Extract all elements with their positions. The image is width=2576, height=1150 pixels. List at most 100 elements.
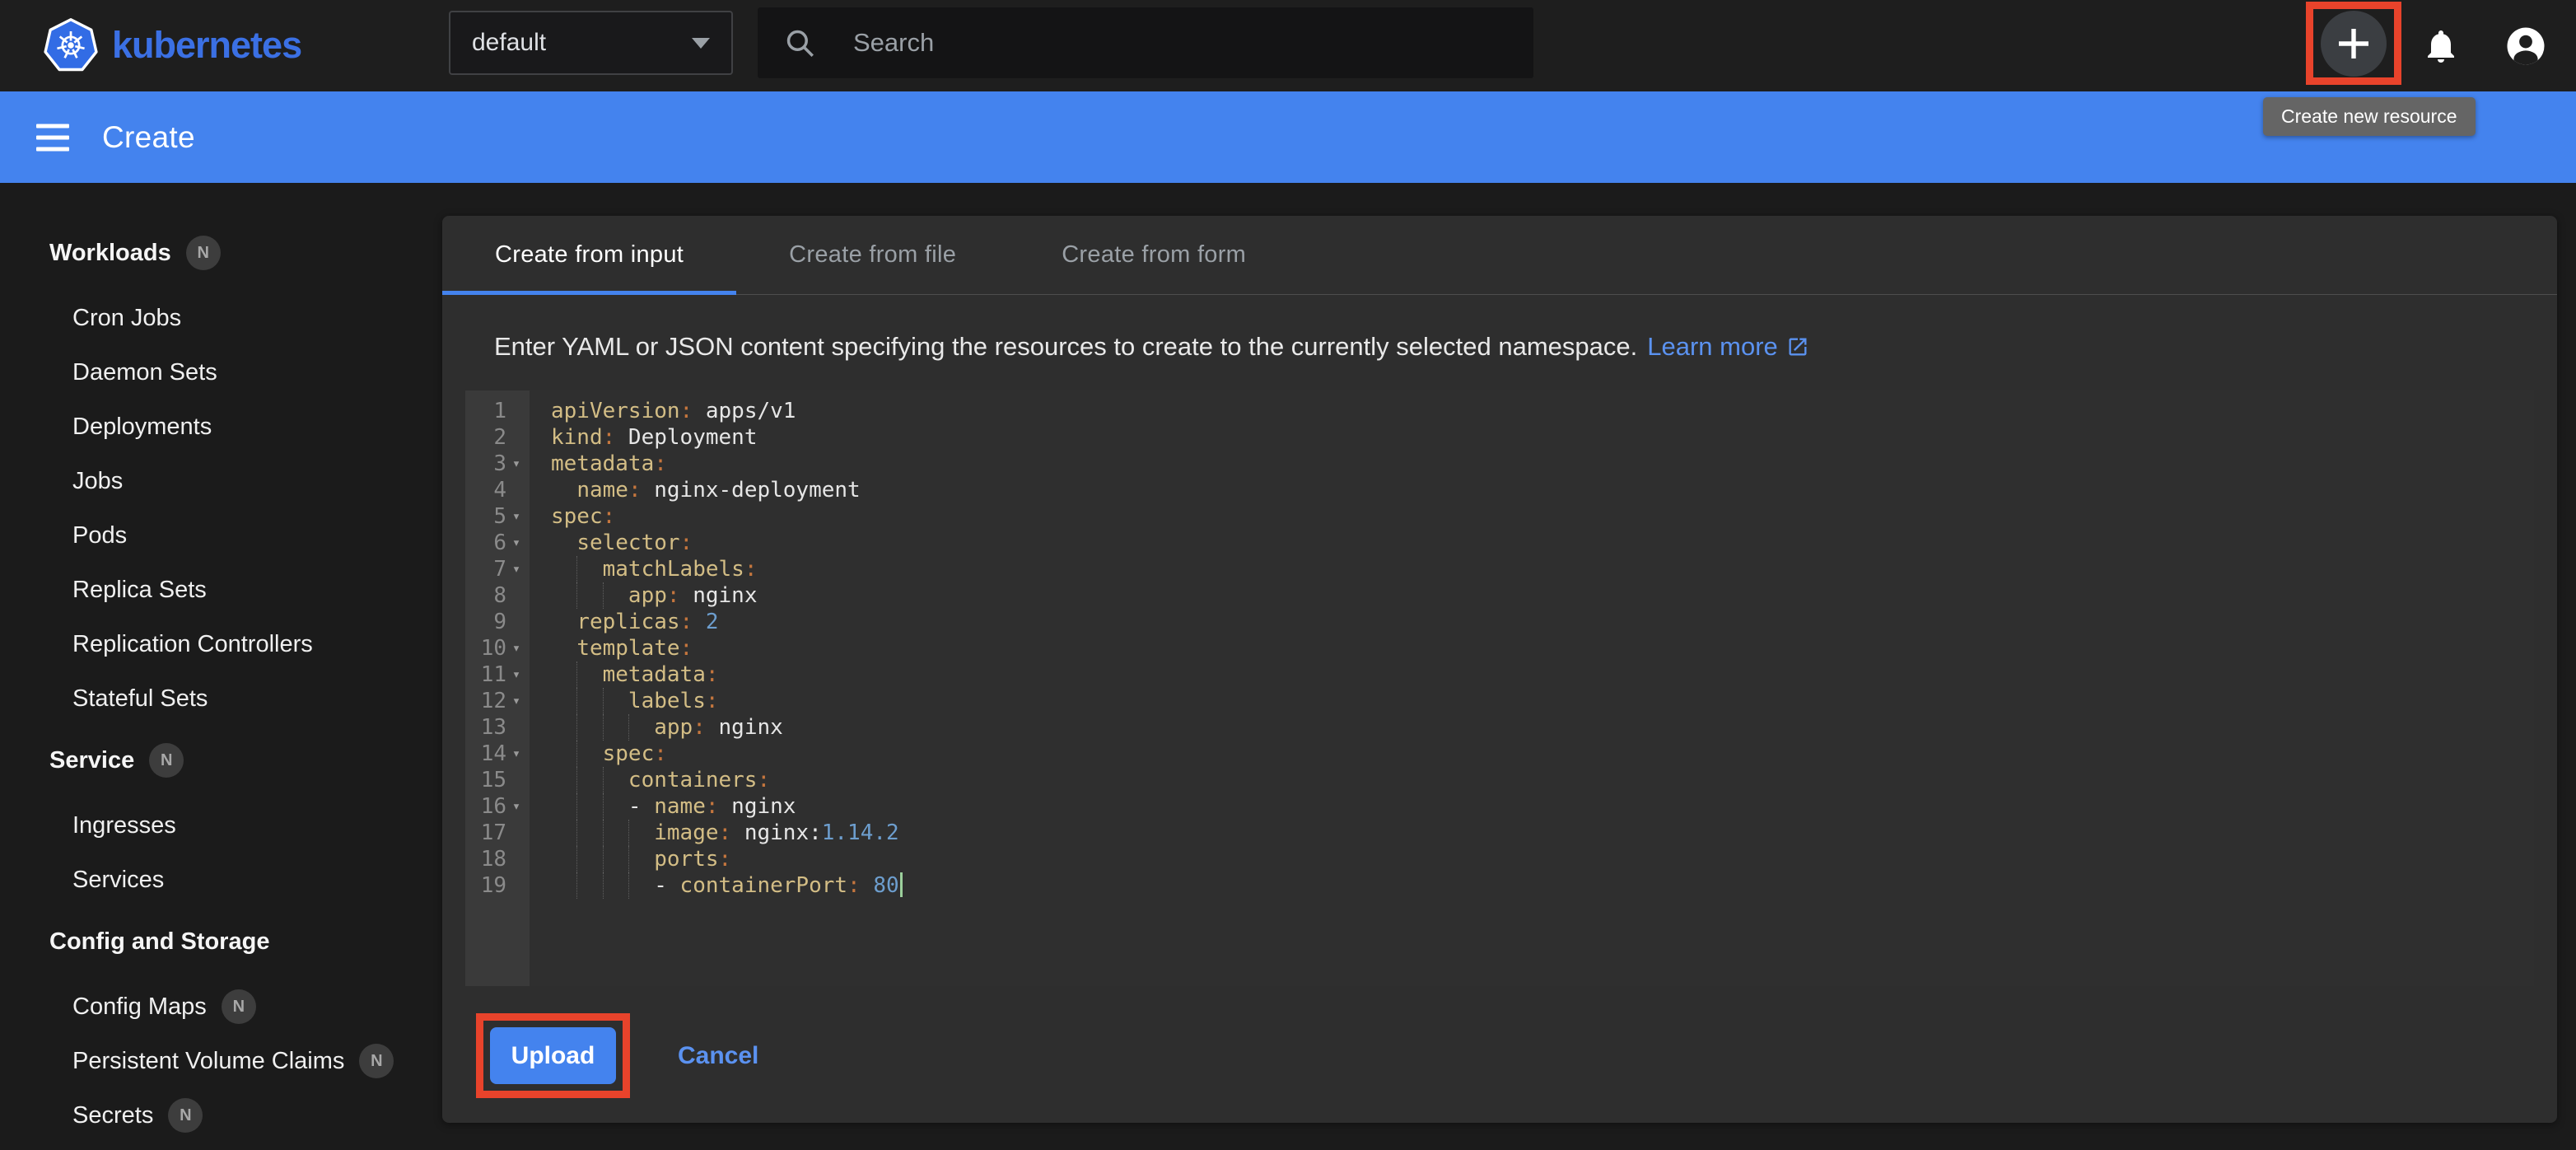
line-number: 17 (465, 820, 530, 846)
new-badge: N (359, 1044, 394, 1078)
tab-create-from-file[interactable]: Create from file (736, 216, 1009, 294)
action-bar: Create (0, 91, 2576, 183)
sidebar-item-label: Jobs (72, 468, 123, 495)
new-badge: N (168, 1098, 203, 1133)
code-line-16: - name: nginx (551, 793, 2534, 820)
line-number: 12▾ (465, 688, 530, 714)
code-line-15: containers: (551, 767, 2534, 793)
line-number: 11▾ (465, 661, 530, 688)
annotation-highlight-add (2306, 2, 2401, 85)
line-number: 10▾ (465, 635, 530, 661)
fold-arrow-icon: ▾ (506, 661, 526, 688)
sidebar-item-replication-controllers[interactable]: Replication Controllers (0, 617, 442, 671)
line-number: 3▾ (465, 451, 530, 477)
new-badge: N (222, 989, 256, 1024)
cancel-button[interactable]: Cancel (673, 1041, 763, 1071)
new-badge: N (149, 743, 184, 778)
code-line-4: name: nginx-deployment (551, 477, 2534, 503)
yaml-editor[interactable]: 123▾45▾6▾7▾8910▾11▾12▾1314▾1516▾171819 a… (465, 390, 2534, 986)
sidebar-item-config-maps[interactable]: Config MapsN (0, 979, 442, 1034)
sidebar-item-label: Stateful Sets (72, 685, 208, 713)
line-number: 6▾ (465, 530, 530, 556)
sidebar-item-daemon-sets[interactable]: Daemon Sets (0, 345, 442, 400)
fold-arrow-icon: ▾ (506, 635, 526, 661)
sidebar-group-label: Service (49, 747, 134, 774)
sidebar-item-stateful-sets[interactable]: Stateful Sets (0, 671, 442, 726)
sidebar-item-ingresses[interactable]: Ingresses (0, 798, 442, 853)
sidebar-item-jobs[interactable]: Jobs (0, 454, 442, 508)
namespace-select-value: default (472, 29, 546, 57)
code-line-3: metadata: (551, 451, 2534, 477)
top-bar: kubernetes default (0, 0, 2576, 91)
account-button[interactable] (2504, 24, 2548, 68)
sidebar-group-service[interactable]: Service N (0, 727, 442, 793)
user-icon (2504, 58, 2548, 71)
code-line-13: app: nginx (551, 714, 2534, 741)
form-actions: Upload Cancel (476, 1013, 2557, 1098)
bell-icon (2421, 56, 2461, 68)
chevron-down-icon (692, 38, 710, 49)
sidebar-group-workloads[interactable]: Workloads N (0, 220, 442, 286)
menu-button[interactable] (36, 124, 69, 151)
annotation-highlight-upload: Upload (476, 1013, 630, 1098)
open-in-new-icon (1786, 335, 1809, 358)
fold-arrow-icon: ▾ (506, 793, 526, 820)
new-badge: N (186, 236, 221, 270)
brand-wordmark: kubernetes (112, 24, 301, 67)
line-number: 18 (465, 846, 530, 872)
code-line-12: labels: (551, 688, 2534, 714)
editor-gutter: 123▾45▾6▾7▾8910▾11▾12▾1314▾1516▾171819 (465, 390, 530, 986)
sidebar-nav: Workloads N Cron Jobs Daemon Sets Deployment… (0, 183, 442, 1150)
fold-arrow-icon: ▾ (506, 556, 526, 582)
kubernetes-logo-icon[interactable] (43, 17, 99, 73)
tab-bar: Create from inputCreate from fileCreate … (442, 216, 2557, 295)
sidebar-item-label: Ingresses (72, 812, 176, 839)
sidebar-group-label: Workloads (49, 240, 171, 267)
sidebar-group-label: Config and Storage (49, 928, 269, 956)
sidebar-group-config-and-storage[interactable]: Config and Storage (0, 909, 442, 975)
code-line-8: app: nginx (551, 582, 2534, 609)
code-line-17: image: nginx:1.14.2 (551, 820, 2534, 846)
code-line-7: matchLabels: (551, 556, 2534, 582)
code-line-1: apiVersion: apps/v1 (551, 398, 2534, 424)
line-number: 1 (465, 398, 530, 424)
sidebar-item-persistent-volume-claims[interactable]: Persistent Volume ClaimsN (0, 1034, 442, 1088)
learn-more-link[interactable]: Learn more (1647, 332, 1809, 362)
sidebar-item-secrets[interactable]: SecretsN (0, 1088, 442, 1143)
line-number: 5▾ (465, 503, 530, 530)
code-line-9: replicas: 2 (551, 609, 2534, 635)
line-number: 8 (465, 582, 530, 609)
notifications-button[interactable] (2421, 26, 2461, 66)
namespace-select[interactable]: default (449, 11, 733, 75)
sidebar-item-deployments[interactable]: Deployments (0, 400, 442, 454)
line-number: 4 (465, 477, 530, 503)
tab-create-from-form[interactable]: Create from form (1009, 216, 1299, 294)
sidebar-item-label: Pods (72, 522, 127, 549)
sidebar-item-label: Daemon Sets (72, 359, 217, 386)
add-resource-button[interactable] (2321, 11, 2387, 77)
upload-button[interactable]: Upload (490, 1027, 616, 1084)
line-number: 2 (465, 424, 530, 451)
tooltip-create-new-resource: Create new resource (2263, 97, 2476, 136)
fold-arrow-icon: ▾ (506, 741, 526, 767)
code-line-14: spec: (551, 741, 2534, 767)
sidebar-item-services[interactable]: Services (0, 853, 442, 907)
fold-arrow-icon: ▾ (506, 451, 526, 477)
code-line-18: ports: (551, 846, 2534, 872)
line-number: 7▾ (465, 556, 530, 582)
line-number: 14▾ (465, 741, 530, 767)
code-line-2: kind: Deployment (551, 424, 2534, 451)
sidebar-item-replica-sets[interactable]: Replica Sets (0, 563, 442, 617)
tab-create-from-input[interactable]: Create from input (442, 216, 736, 294)
learn-more-label: Learn more (1647, 332, 1778, 362)
sidebar-item-cron-jobs[interactable]: Cron Jobs (0, 291, 442, 345)
sidebar-item-label: Deployments (72, 414, 212, 441)
text-cursor (900, 872, 903, 897)
code-line-11: metadata: (551, 661, 2534, 688)
line-number: 9 (465, 609, 530, 635)
line-number: 16▾ (465, 793, 530, 820)
sidebar-item-pods[interactable]: Pods (0, 508, 442, 563)
page-title: Create (102, 120, 195, 155)
search-input[interactable] (852, 27, 1509, 58)
fold-arrow-icon: ▾ (506, 530, 526, 556)
